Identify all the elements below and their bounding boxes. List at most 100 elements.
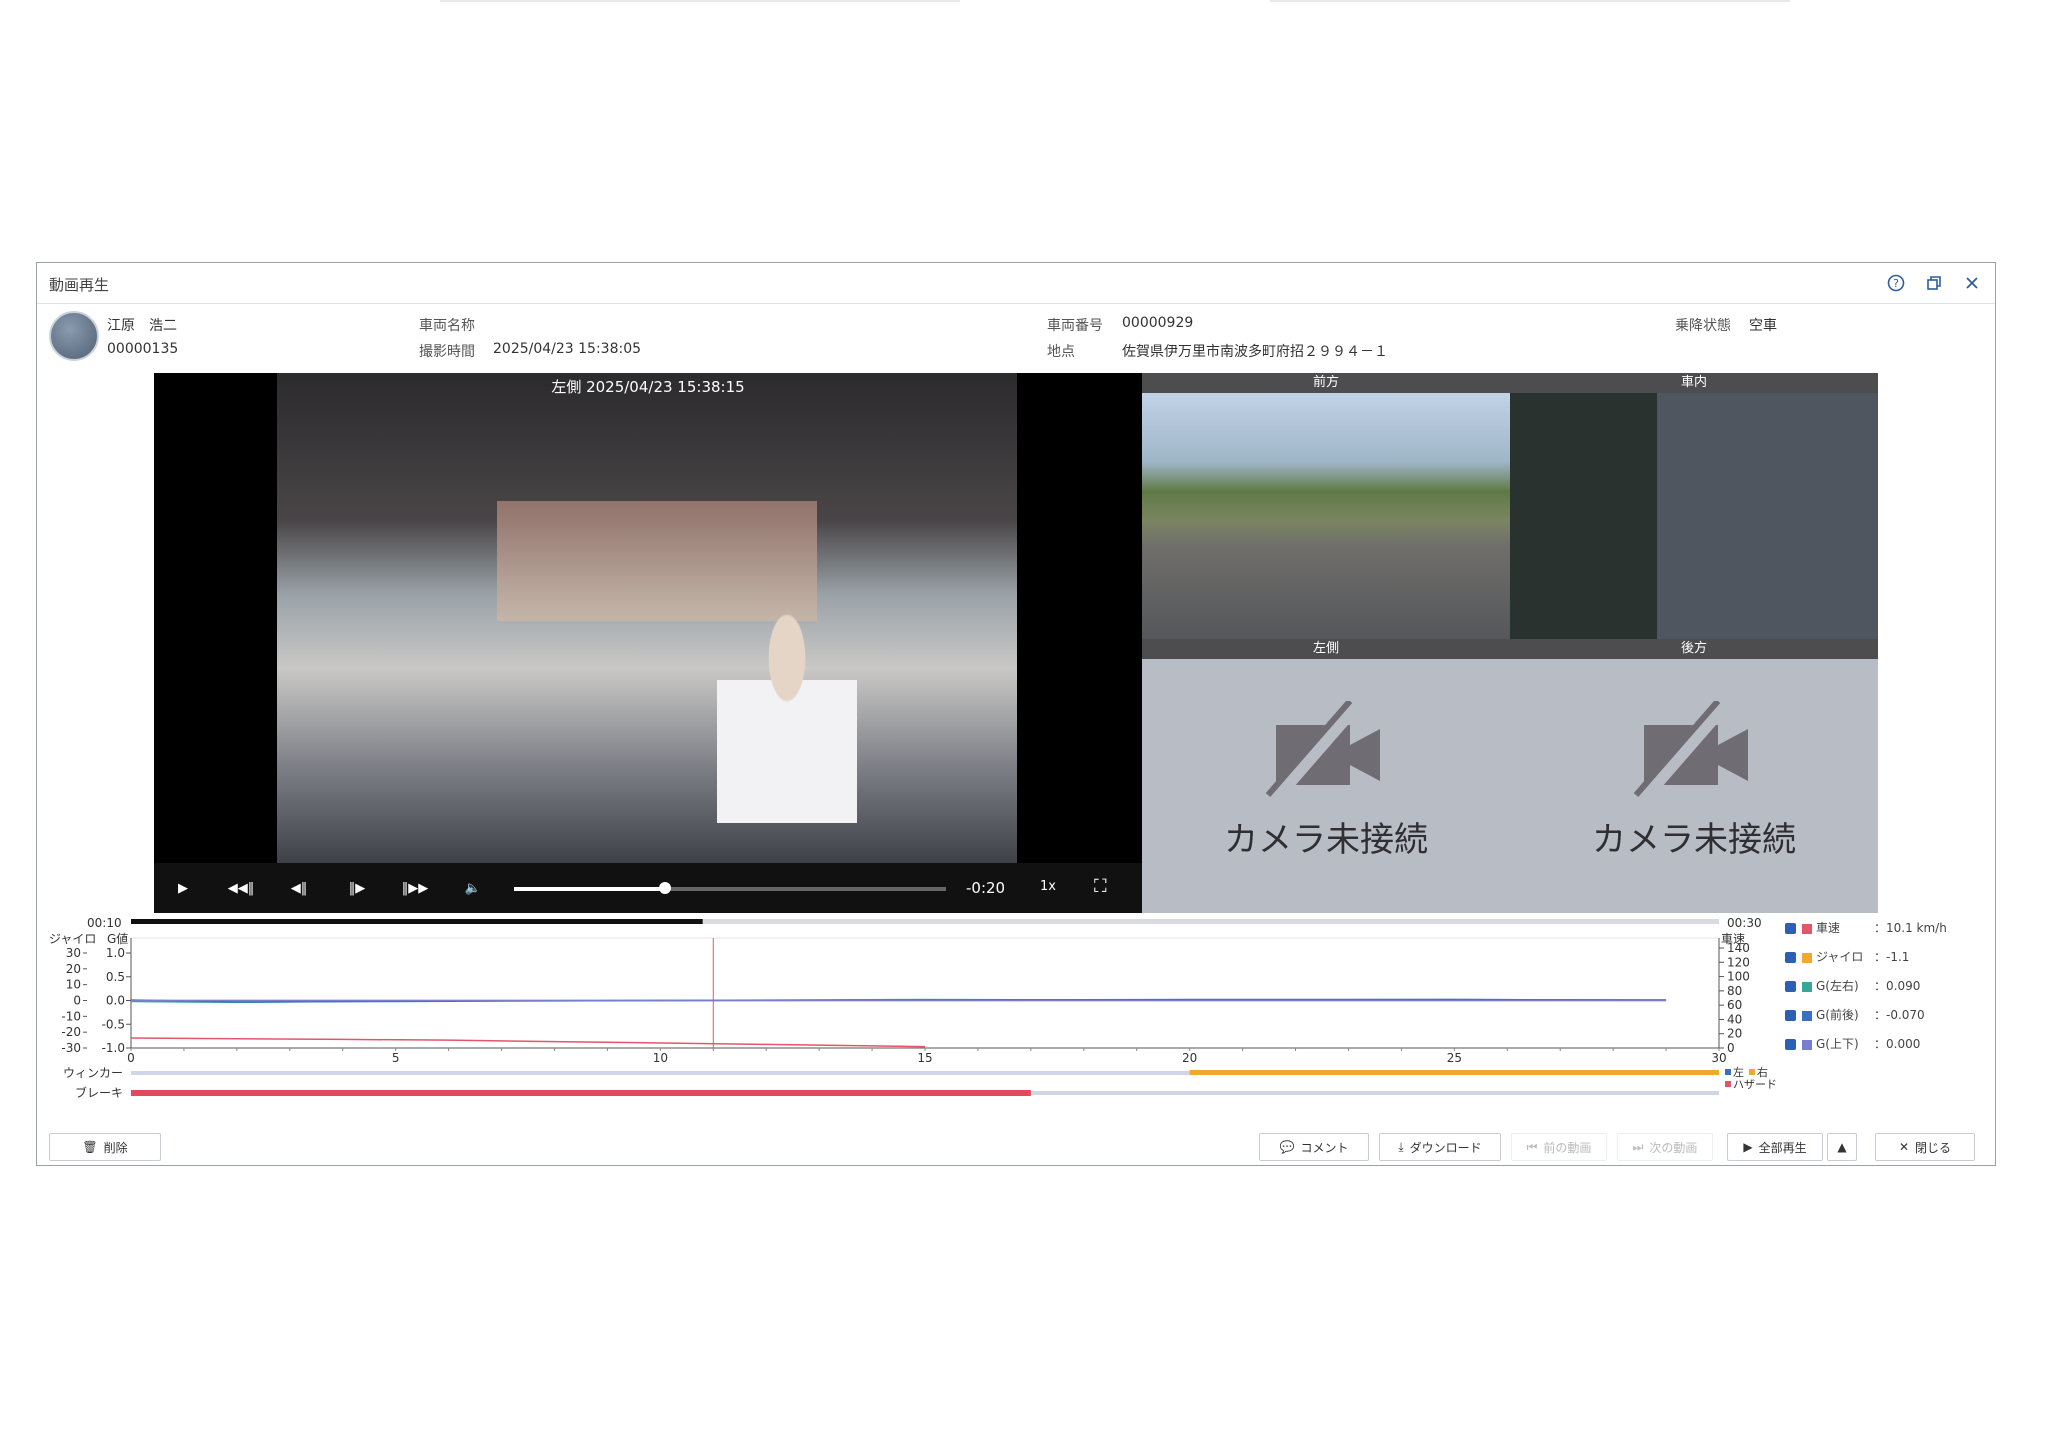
speed-tick-label: 20: [1727, 1027, 1742, 1041]
legend-name: G(左右): [1816, 979, 1859, 993]
speed-tick-label: 140: [1727, 941, 1750, 955]
location-label: 地点: [1047, 344, 1075, 360]
close-button[interactable]: ✕ 閉じる: [1875, 1133, 1975, 1161]
delete-label: 削除: [103, 1140, 128, 1155]
driver-id: 00000135: [107, 341, 179, 357]
legend-item[interactable]: G(上下) ：0.000: [1785, 1035, 1920, 1052]
interior-camera[interactable]: 車内: [1510, 373, 1878, 639]
left-camera-status: カメラ未接続: [1224, 820, 1428, 860]
speed-tick-label: 60: [1727, 998, 1742, 1012]
sensor-chart-area: 00:10 00:30 ジャイロ G値 車速 30 20 10 0 -10 -20 -30 1.0 0.5…: [37, 913, 1995, 1113]
left-camera-panel[interactable]: 左側 カメラ未接続: [1142, 639, 1510, 913]
close-x-icon: ✕: [1898, 1140, 1910, 1154]
help-icon[interactable]: ?: [1885, 272, 1907, 294]
x-tick-label: 20: [1182, 1051, 1197, 1065]
legend-checkbox[interactable]: [1785, 952, 1796, 963]
fast-forward-icon[interactable]: ‖▶▶: [386, 881, 444, 896]
fullscreen-icon[interactable]: ⛶: [1094, 876, 1107, 897]
step-forward-icon[interactable]: ‖▶: [328, 881, 386, 896]
speed-tick-label: 40: [1727, 1012, 1742, 1026]
play-icon[interactable]: ▶: [154, 881, 212, 896]
legend-checkbox[interactable]: [1785, 981, 1796, 992]
legend-item[interactable]: G(前後) ：-0.070: [1785, 1006, 1925, 1023]
right-signal-swatch: [1749, 1069, 1755, 1075]
camera-off-icon: [1266, 701, 1380, 801]
step-back-icon[interactable]: ◀‖: [270, 881, 328, 896]
legend-item[interactable]: G(左右) ：0.090: [1785, 977, 1920, 994]
legend-value: ：0.090: [1874, 979, 1921, 993]
speed-tick-label: 100: [1727, 970, 1750, 984]
legend-item[interactable]: 車速 ：10.1 km/h: [1785, 919, 1947, 936]
brake-on-bar: [131, 1090, 1031, 1096]
gyro-tick-label: -10: [61, 1009, 81, 1023]
gyro-tick-label: -20: [61, 1025, 81, 1039]
legend-name: ジャイロ: [1816, 950, 1864, 964]
seek-bar[interactable]: [514, 882, 946, 894]
g-tick-label: 0.5: [106, 970, 125, 984]
speed-tick-label: 120: [1727, 955, 1750, 969]
legend-checkbox[interactable]: [1785, 1039, 1796, 1050]
g-tick-label: -1.0: [102, 1041, 125, 1055]
shot-time-label: 撮影時間: [419, 344, 475, 360]
speed-tick-label: 0: [1727, 1041, 1735, 1055]
legend-swatch: [1802, 923, 1812, 934]
trash-icon: 🗑: [82, 1140, 98, 1154]
rewind-icon[interactable]: ◀◀‖: [212, 881, 270, 896]
rear-camera-status: カメラ未接続: [1592, 820, 1796, 860]
play-all-button[interactable]: ▶ 全部再生: [1727, 1133, 1823, 1161]
skip-previous-icon: ⏮: [1526, 1139, 1538, 1154]
winker-label: ウィンカー: [63, 1066, 123, 1080]
legend-item[interactable]: ジャイロ ：-1.1: [1785, 948, 1909, 965]
legend-checkbox[interactable]: [1785, 1010, 1796, 1021]
previous-video-button[interactable]: ⏮ 前の動画: [1511, 1133, 1607, 1161]
avatar: [49, 311, 99, 361]
next-video-button[interactable]: ⏭ 次の動画: [1617, 1133, 1713, 1161]
gyro-tick-label: 30: [66, 946, 81, 960]
seek-handle[interactable]: [659, 882, 672, 894]
front-camera-label: 前方: [1142, 373, 1510, 393]
x-tick-label: 30: [1711, 1051, 1726, 1065]
next-video-label: 次の動画: [1649, 1140, 1698, 1155]
legend-checkbox[interactable]: [1785, 923, 1796, 934]
main-video-player[interactable]: 左側 2025/04/23 15:38:15 ▶ ◀◀‖ ◀‖ ‖▶ ‖▶▶ 🔈…: [154, 373, 1142, 913]
shot-time: 2025/04/23 15:38:05: [493, 341, 642, 357]
scan-artifact: [440, 0, 960, 2]
scan-artifact: [1270, 0, 1790, 2]
timeline-start: 00:10: [87, 916, 122, 930]
close-icon[interactable]: [1961, 272, 1983, 294]
vehicle-number-label: 車両番号: [1047, 318, 1103, 334]
delete-button[interactable]: 🗑 削除: [49, 1133, 161, 1161]
front-camera[interactable]: 前方: [1142, 373, 1510, 639]
rear-camera-panel[interactable]: 後方 カメラ未接続: [1510, 639, 1878, 913]
previous-video-label: 前の動画: [1543, 1140, 1592, 1155]
volume-icon[interactable]: 🔈: [444, 881, 502, 896]
camera-off-icon: [1634, 701, 1748, 801]
sensor-chart[interactable]: 00:10 00:30ジャイロ G値 車速3020100-10-20-301.00.5…: [37, 913, 1997, 1113]
expand-menu-button[interactable]: ▲: [1827, 1133, 1857, 1161]
play-all-label: 全部再生: [1758, 1140, 1807, 1155]
winker-on-bar: [1189, 1070, 1719, 1075]
gyro-tick-label: 10: [66, 978, 81, 992]
timeline-progress: [131, 919, 703, 924]
g-axis-title: G値: [107, 931, 128, 946]
legend-name: G(前後): [1816, 1008, 1859, 1022]
legend-value: ：-1.1: [1874, 950, 1910, 964]
play-all-icon: ▶: [1743, 1140, 1753, 1154]
x-tick-label: 5: [392, 1051, 400, 1065]
video-controls: ▶ ◀◀‖ ◀‖ ‖▶ ‖▶▶ 🔈 -0:20 1x ⛶: [154, 863, 1142, 913]
playback-speed[interactable]: 1x: [1040, 879, 1056, 894]
info-header: 江原 浩二 00000135 車両名称 撮影時間 2025/04/23 15:3…: [37, 303, 1995, 371]
download-button[interactable]: ⤓ ダウンロード: [1379, 1133, 1501, 1161]
svg-text:?: ?: [1893, 277, 1899, 290]
legend-value: ：0.000: [1874, 1037, 1921, 1051]
interior-camera-label: 車内: [1510, 373, 1878, 393]
comment-button[interactable]: 💬 コメント: [1259, 1133, 1369, 1161]
chevron-up-icon: ▲: [1837, 1140, 1847, 1154]
restore-window-icon[interactable]: [1923, 272, 1945, 294]
legend-name: 車速: [1816, 921, 1841, 935]
window-title: 動画再生: [49, 276, 110, 294]
video-playback-window: 動画再生 ? 江原 浩二 00000135 車両名称 撮影時間 2025/04/…: [36, 262, 1996, 1166]
title-bar: 動画再生 ?: [37, 263, 1995, 304]
comment-label: コメント: [1300, 1140, 1349, 1155]
gyro-tick-label: -30: [61, 1041, 81, 1055]
